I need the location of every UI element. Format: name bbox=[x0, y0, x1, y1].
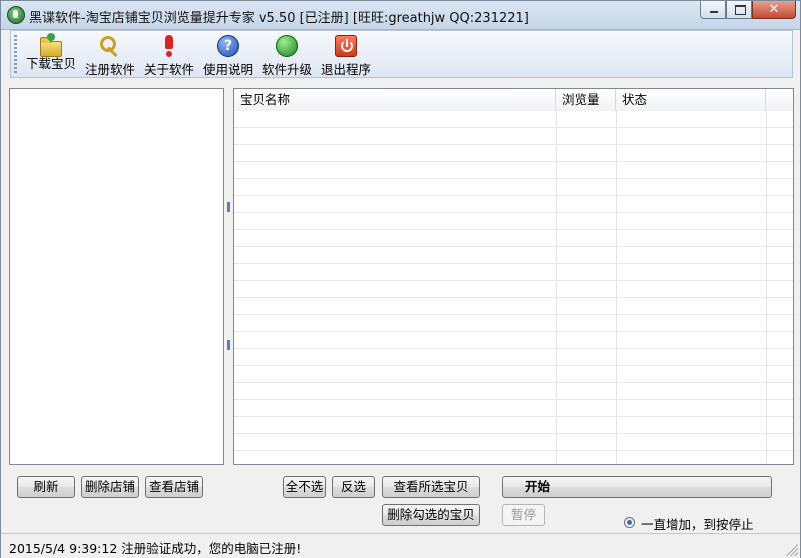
resize-grip-icon[interactable] bbox=[786, 544, 798, 556]
keep-adding-radio[interactable] bbox=[624, 517, 635, 528]
invert-selection-button[interactable]: 反选 bbox=[332, 476, 375, 498]
keys-icon bbox=[98, 35, 122, 57]
toolbar-label: 使用说明 bbox=[202, 62, 253, 77]
minimize-button[interactable] bbox=[700, 1, 726, 19]
globe-upgrade-icon bbox=[276, 35, 298, 57]
splitter-marker bbox=[227, 202, 230, 212]
keep-adding-label[interactable]: 一直增加，到按停止 bbox=[641, 514, 754, 533]
app-logo-icon bbox=[7, 6, 25, 24]
close-icon: ✕ bbox=[768, 2, 780, 17]
column-header-status[interactable]: 状态 bbox=[616, 89, 766, 111]
maximize-icon bbox=[735, 5, 746, 15]
panel-splitter[interactable] bbox=[225, 88, 233, 465]
column-divider bbox=[556, 111, 557, 464]
start-button[interactable]: 开始 bbox=[502, 476, 772, 498]
toolbar-grip[interactable] bbox=[14, 35, 17, 73]
delete-checked-items-button[interactable]: 删除勾选的宝贝 bbox=[382, 504, 480, 526]
status-bar: 2015/5/4 9:39:12 注册验证成功，您的电脑已注册! bbox=[1, 533, 800, 558]
exclamation-icon bbox=[157, 35, 181, 57]
column-divider bbox=[766, 111, 767, 464]
toolbar-label: 注册软件 bbox=[84, 62, 135, 77]
items-list-view[interactable]: 宝贝名称 浏览量 状态 bbox=[233, 88, 794, 465]
toolbar-label: 关于软件 bbox=[143, 62, 194, 77]
status-message: 2015/5/4 9:39:12 注册验证成功，您的电脑已注册! bbox=[9, 541, 302, 556]
refresh-button[interactable]: 刷新 bbox=[17, 476, 75, 498]
list-rows-area[interactable] bbox=[234, 111, 793, 464]
column-header-views[interactable]: 浏览量 bbox=[556, 89, 616, 111]
about-software-button[interactable]: 关于软件 bbox=[142, 33, 196, 77]
power-exit-icon bbox=[335, 35, 357, 57]
view-shop-button[interactable]: 查看店铺 bbox=[145, 476, 203, 498]
pause-button[interactable]: 暂停 bbox=[502, 504, 545, 526]
shop-tree-panel[interactable] bbox=[9, 88, 224, 465]
exit-program-button[interactable]: 退出程序 bbox=[319, 33, 373, 77]
toolbar-label: 退出程序 bbox=[320, 62, 371, 77]
help-icon: ? bbox=[217, 35, 239, 57]
register-software-button[interactable]: 注册软件 bbox=[83, 33, 137, 77]
upgrade-software-button[interactable]: 软件升级 bbox=[260, 33, 314, 77]
folder-download-icon bbox=[40, 33, 62, 57]
toolbar-label: 软件升级 bbox=[261, 62, 312, 77]
toolbar: 下载宝贝 注册软件 关于软件 ? 使用说明 软件升级 退出程序 bbox=[10, 30, 793, 78]
splitter-marker bbox=[227, 340, 230, 350]
view-selected-items-button[interactable]: 查看所选宝贝 bbox=[382, 476, 480, 498]
title-bar[interactable]: 黑谍软件-淘宝店铺宝贝浏览量提升专家 v5.50 [已注册] [旺旺:great… bbox=[1, 1, 800, 30]
minimize-icon bbox=[710, 11, 718, 13]
download-items-button[interactable]: 下载宝贝 bbox=[24, 33, 78, 77]
close-button[interactable]: ✕ bbox=[752, 1, 796, 19]
select-none-button[interactable]: 全不选 bbox=[283, 476, 326, 498]
column-divider bbox=[616, 111, 617, 464]
window-controls: ✕ bbox=[700, 1, 796, 21]
column-header-item-name[interactable]: 宝贝名称 bbox=[234, 89, 556, 111]
user-guide-button[interactable]: ? 使用说明 bbox=[201, 33, 255, 77]
list-header: 宝贝名称 浏览量 状态 bbox=[234, 89, 793, 112]
maximize-button[interactable] bbox=[726, 1, 752, 19]
app-window: 黑谍软件-淘宝店铺宝贝浏览量提升专家 v5.50 [已注册] [旺旺:great… bbox=[0, 0, 801, 558]
delete-shop-button[interactable]: 删除店铺 bbox=[81, 476, 139, 498]
window-title: 黑谍软件-淘宝店铺宝贝浏览量提升专家 v5.50 [已注册] [旺旺:great… bbox=[29, 11, 529, 26]
